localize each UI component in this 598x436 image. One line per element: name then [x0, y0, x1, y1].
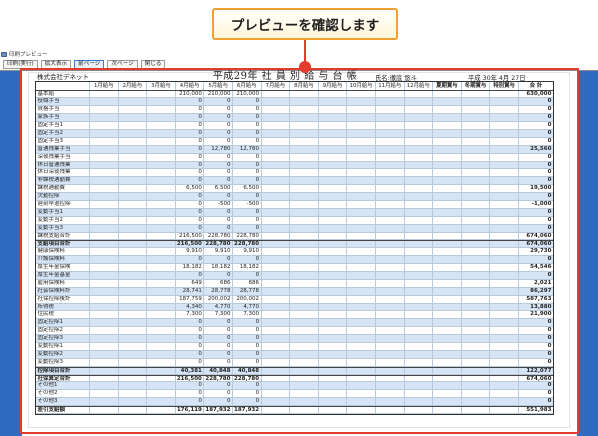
tutorial-callout: プレビューを確認します	[212, 8, 398, 40]
window-title-bar: 印刷プレビュー	[1, 50, 48, 58]
callout-text: プレビューを確認します	[230, 18, 380, 34]
highlight-frame	[20, 68, 579, 434]
callout-pointer-line	[304, 40, 306, 63]
printer-icon	[1, 51, 7, 57]
window-title: 印刷プレビュー	[9, 52, 48, 58]
callout-pointer-dot	[299, 61, 311, 73]
